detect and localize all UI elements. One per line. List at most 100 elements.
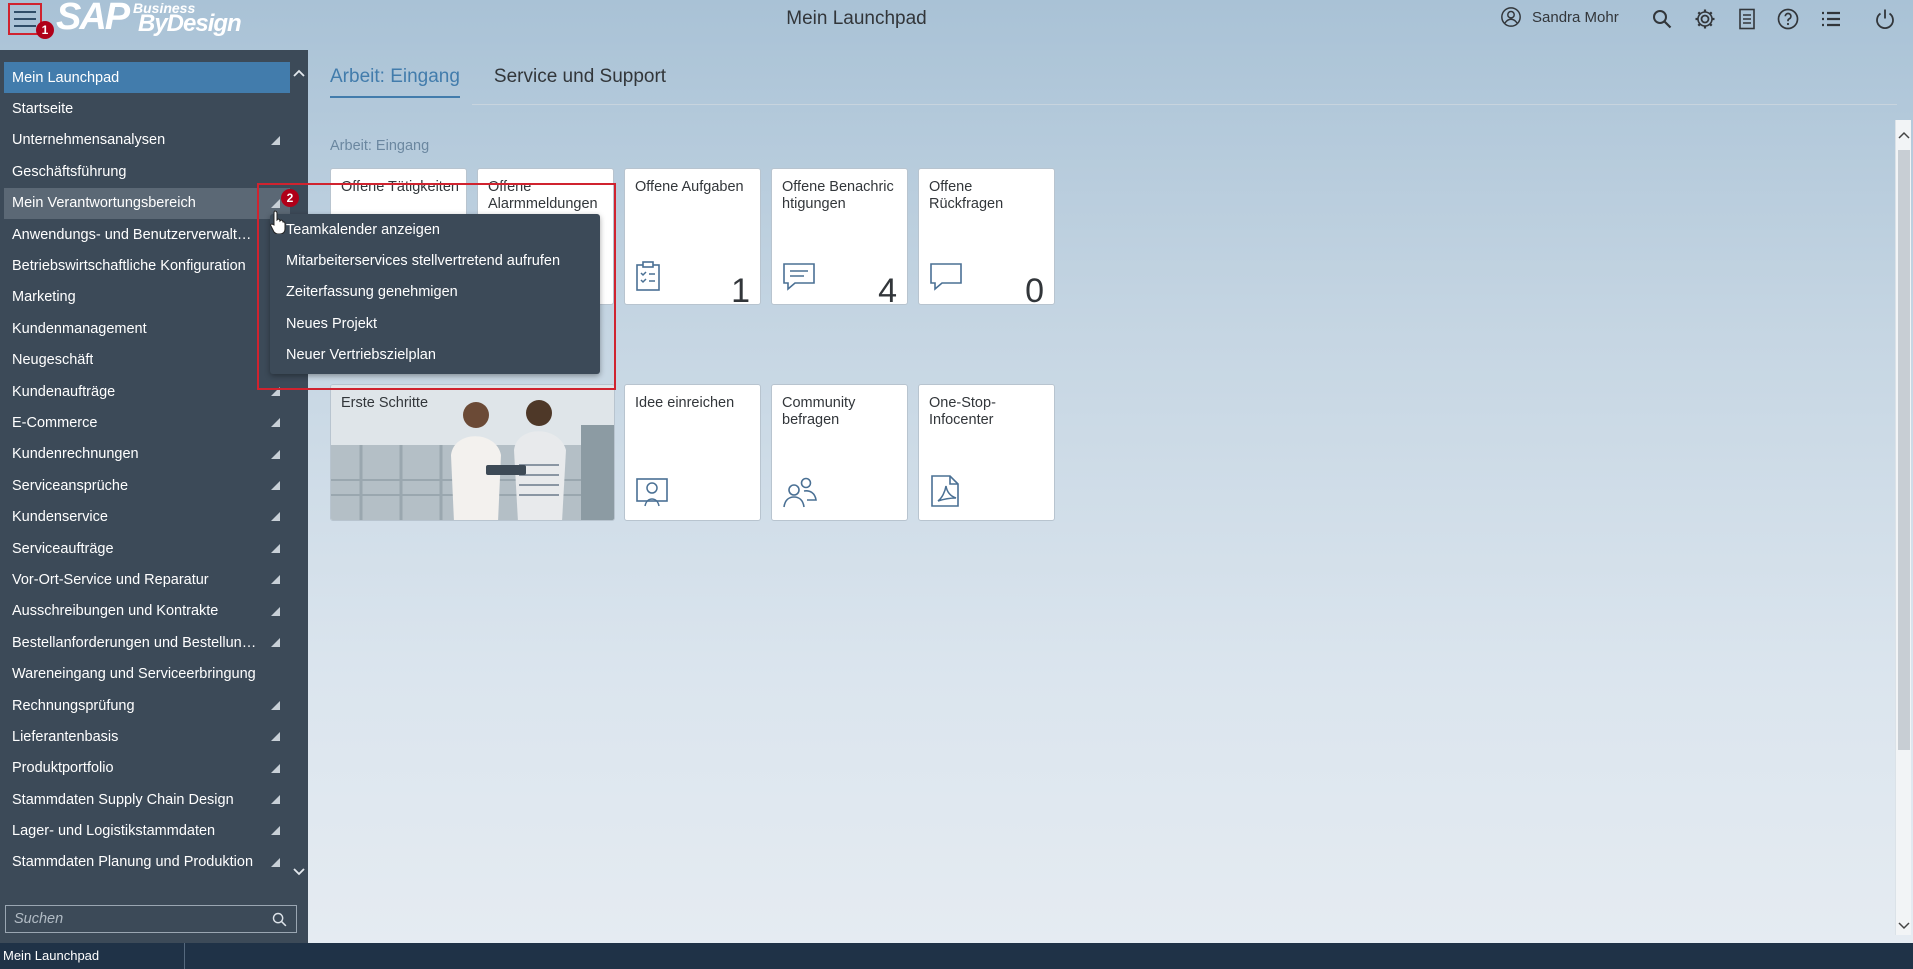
sidebar-item[interactable]: Unternehmensanalysen <box>4 125 290 156</box>
sidebar-search-input[interactable]: Suchen <box>5 905 297 933</box>
sidebar-item-label: Mein Launchpad <box>12 69 120 86</box>
power-icon[interactable] <box>1873 7 1897 31</box>
tile-title: Offene Aufgaben <box>635 179 744 195</box>
idea-icon <box>636 478 668 507</box>
tile-title: Erste Schritte <box>341 395 429 411</box>
sidebar-item-label: Vor-Ort-Service und Reparatur <box>12 571 209 588</box>
search-icon[interactable] <box>1650 7 1674 31</box>
tile-offene-aufgaben[interactable]: Offene Aufgaben 1 <box>624 168 761 305</box>
user-avatar-icon <box>1501 7 1521 27</box>
sidebar-item[interactable]: Betriebswirtschaftliche Konfiguration <box>4 250 290 281</box>
chat-icon <box>783 263 815 291</box>
sidebar-item[interactable]: Wareneingang und Serviceerbringung <box>4 658 290 689</box>
sidebar-item[interactable]: Serviceansprüche <box>4 470 290 501</box>
sidebar-item[interactable]: Kundenmanagement <box>4 313 290 344</box>
sidebar-item[interactable]: E-Commerce <box>4 407 290 438</box>
speech-bubble-icon <box>930 263 962 291</box>
sidebar-item[interactable]: Startseite <box>4 93 290 124</box>
content-scrollbar[interactable] <box>1895 120 1911 935</box>
sidebar-item[interactable]: Kundenrechnungen <box>4 439 290 470</box>
expand-arrow-icon[interactable] <box>271 575 280 585</box>
nav-list: Mein Launchpad Startseite Unternehmensanal… <box>4 62 290 882</box>
user-name: Sandra Mohr <box>1532 8 1619 26</box>
expand-arrow-icon[interactable] <box>271 732 280 742</box>
user-menu[interactable]: Sandra Mohr <box>1500 6 1619 28</box>
step-badge-2: 2 <box>281 189 299 207</box>
sidebar-item-label: Marketing <box>12 289 76 306</box>
sidebar-item[interactable]: Stammdaten Planung und Produktion <box>4 847 290 878</box>
scrollbar-thumb[interactable] <box>1898 150 1910 750</box>
sidebar-item[interactable]: Rechnungsprüfung <box>4 690 290 721</box>
checklist-icon[interactable] <box>1735 7 1759 31</box>
tab-service-und-support[interactable]: Service und Support <box>494 66 666 98</box>
tile-offene-rueckfragen[interactable]: Offene Rückfragen 0 <box>918 168 1055 305</box>
expand-arrow-icon[interactable] <box>271 543 280 553</box>
tile-one-stop-infocenter[interactable]: One-Stop-Infocenter <box>918 384 1055 521</box>
sidebar-item-label: E-Commerce <box>12 414 98 431</box>
status-tab[interactable]: Mein Launchpad <box>0 943 185 969</box>
sidebar-item-label: Kundenservice <box>12 509 108 526</box>
sidebar-item[interactable]: Ausschreibungen und Kontrakte <box>4 596 290 627</box>
sidebar-item-label: Serviceaufträge <box>12 540 114 557</box>
sidebar-item[interactable]: Neugeschäft <box>4 345 290 376</box>
sidebar-item-label: Stammdaten Supply Chain Design <box>12 791 234 808</box>
page-title: Mein Launchpad <box>786 8 927 29</box>
scroll-down-icon[interactable] <box>1898 919 1910 931</box>
sidebar-item-label: Neugeschäft <box>12 352 94 369</box>
sidebar-item[interactable]: Anwendungs- und Benutzerverwaltung <box>4 219 290 250</box>
tab-divider <box>472 104 1897 105</box>
tile-community-befragen[interactable]: Community befragen <box>771 384 908 521</box>
tile-title: One-Stop-Infocenter <box>929 395 996 428</box>
sidebar-item[interactable]: Lieferantenbasis <box>4 721 290 752</box>
expand-arrow-icon[interactable] <box>271 700 280 710</box>
expand-arrow-icon[interactable] <box>271 135 280 145</box>
list-icon[interactable] <box>1819 7 1843 31</box>
sidebar-item-label: Bestellanforderungen und Bestellungen <box>12 634 257 651</box>
expand-arrow-icon[interactable] <box>271 449 280 459</box>
sidebar-item[interactable]: Lager- und Logistikstammdaten <box>4 815 290 846</box>
expand-arrow-icon[interactable] <box>271 638 280 648</box>
section-title: Arbeit: Eingang <box>330 138 430 154</box>
sidebar-item[interactable]: Mein Verantwortungsbereich <box>4 187 290 219</box>
search-icon[interactable] <box>271 911 288 928</box>
tile-offene-benachrichtigungen[interactable]: Offene Benachrichtigungen 4 <box>771 168 908 305</box>
sidebar-item-label: Kundenrechnungen <box>12 446 139 463</box>
sidebar-item[interactable]: Stammdaten Supply Chain Design <box>4 784 290 815</box>
sidebar-item[interactable]: Bestellanforderungen und Bestellungen <box>4 627 290 658</box>
tab-arbeit-eingang[interactable]: Arbeit: Eingang <box>330 66 460 98</box>
expand-arrow-icon[interactable] <box>271 418 280 428</box>
sidebar-item-label: Kundenaufträge <box>12 383 116 400</box>
sidebar-item-label: Lieferantenbasis <box>12 728 119 745</box>
sidebar-item-label: Geschäftsführung <box>12 163 127 180</box>
sidebar-item-label: Startseite <box>12 101 74 118</box>
sidebar-item[interactable]: Marketing <box>4 282 290 313</box>
scroll-up-icon[interactable] <box>292 66 306 80</box>
gear-icon[interactable] <box>1693 7 1717 31</box>
expand-arrow-icon[interactable] <box>271 763 280 773</box>
sidebar-item-label: Rechnungsprüfung <box>12 697 135 714</box>
sidebar-item[interactable]: Produktportfolio <box>4 753 290 784</box>
tile-title: Offene Benachrichtigungen <box>782 179 894 212</box>
sidebar-item[interactable]: Kundenaufträge <box>4 376 290 407</box>
sidebar-item-label: Betriebswirtschaftliche Konfiguration <box>12 258 246 275</box>
sidebar-item[interactable]: Vor-Ort-Service und Reparatur <box>4 564 290 595</box>
expand-arrow-icon[interactable] <box>271 794 280 804</box>
status-bar: Mein Launchpad <box>0 943 1913 969</box>
expand-arrow-icon[interactable] <box>271 481 280 491</box>
sidebar-item[interactable]: Mein Launchpad <box>4 62 290 94</box>
scroll-up-icon[interactable] <box>1898 130 1910 142</box>
expand-arrow-icon[interactable] <box>271 512 280 522</box>
expand-arrow-icon[interactable] <box>271 857 280 867</box>
expand-arrow-icon[interactable] <box>271 826 280 836</box>
sidebar-item[interactable]: Serviceaufträge <box>4 533 290 564</box>
tile-erste-schritte[interactable]: Erste Schritte <box>330 384 615 521</box>
community-icon <box>783 477 817 508</box>
sidebar-item[interactable]: Kundenservice <box>4 501 290 532</box>
help-icon[interactable] <box>1776 7 1800 31</box>
sidebar-item[interactable]: Geschäftsführung <box>4 156 290 187</box>
shell-header: 1 SAP Business ByDesign Mein Launchpad S… <box>0 0 1913 50</box>
expand-arrow-icon[interactable] <box>271 606 280 616</box>
pdf-icon <box>931 475 959 507</box>
scroll-down-icon[interactable] <box>292 865 306 879</box>
tile-idee-einreichen[interactable]: Idee einreichen <box>624 384 761 521</box>
